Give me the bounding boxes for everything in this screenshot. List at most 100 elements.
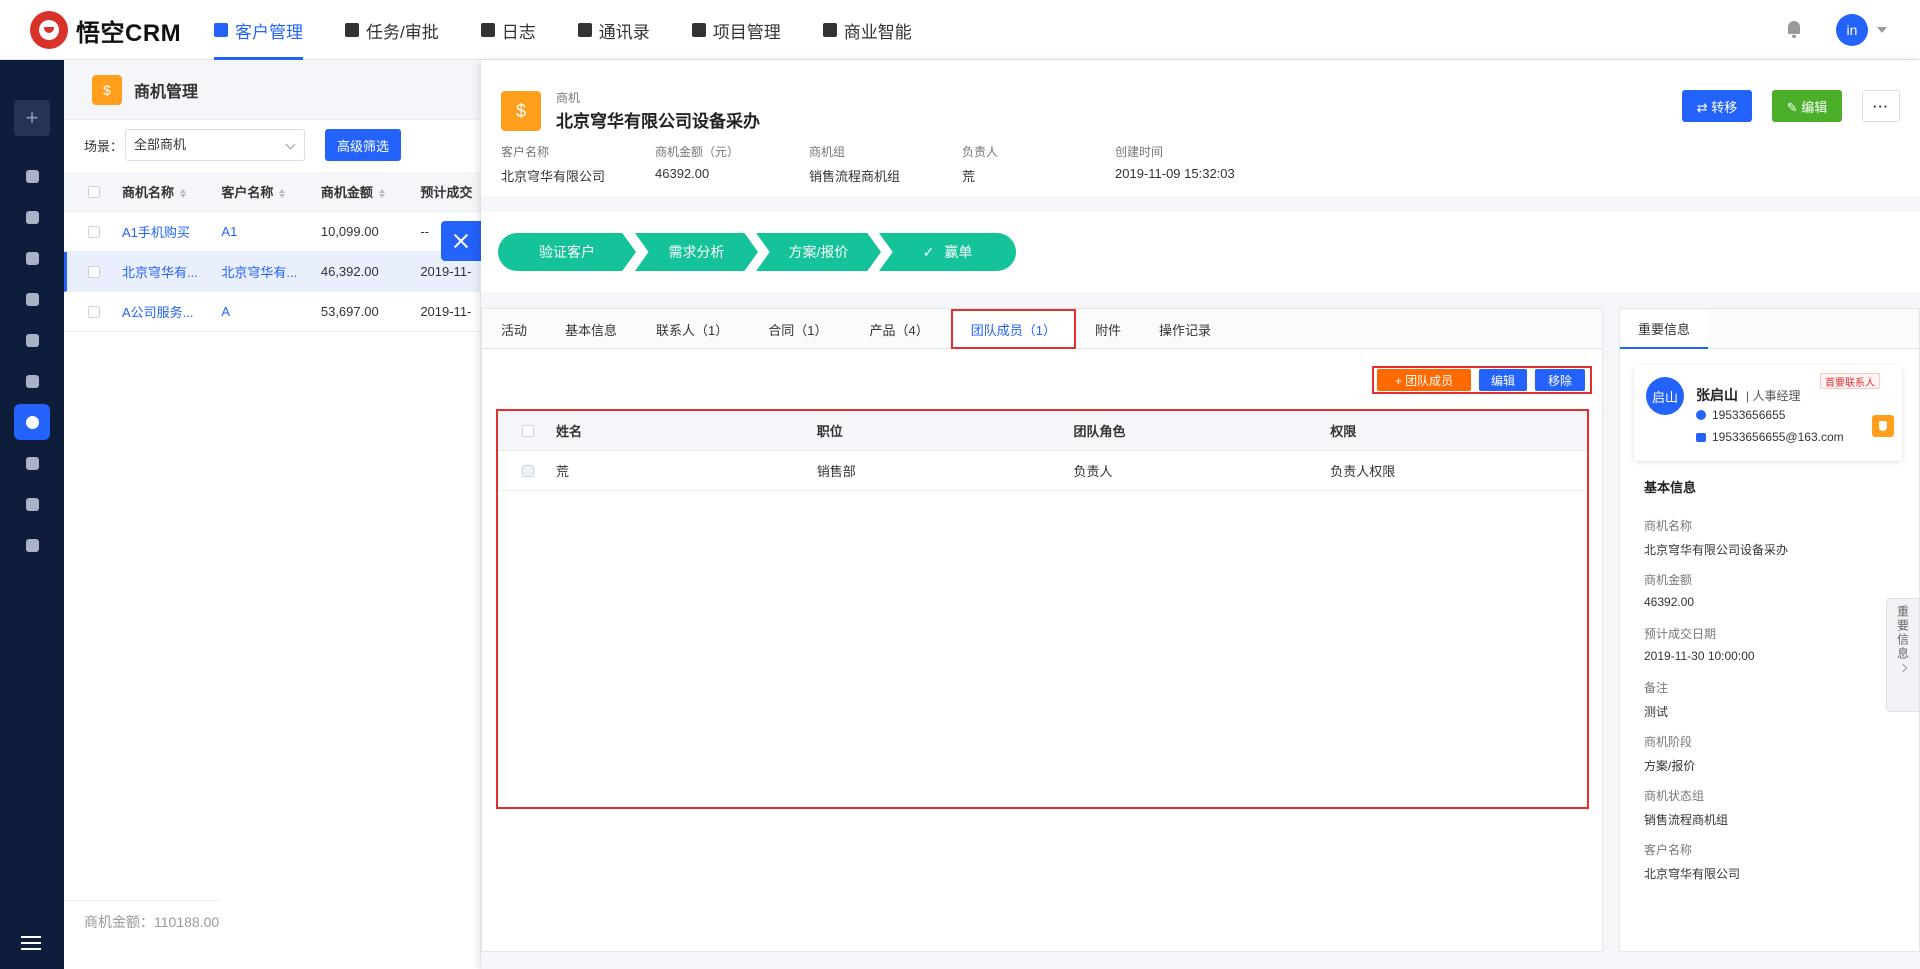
field-business-name: 商机名称 北京穹华有限公司设备采办	[1644, 519, 1789, 557]
menu-collapse-icon[interactable]	[21, 936, 41, 950]
select-all-checkbox[interactable]	[88, 185, 100, 198]
detail-main-card: 活动 基本信息 联系人（1） 合同（1） 产品（4） 团队成员（1） 附件 操作…	[481, 308, 1603, 952]
basic-info-title: 基本信息	[1644, 480, 1697, 495]
date-cell: 2019-11-	[420, 264, 472, 279]
row-checkbox[interactable]	[522, 464, 534, 477]
monkey-logo-icon	[30, 11, 68, 49]
project-icon	[691, 23, 706, 37]
detail-tabs: 活动 基本信息 联系人（1） 合同（1） 产品（4） 团队成员（1） 附件 操作…	[482, 309, 1602, 349]
stage-progress: 验证客户 需求分析 方案/报价 ✓ 赢单	[481, 212, 1920, 292]
important-info-panel: 重要信息 启山 张启山 | 人事经理 首要联系人 19533656655 195…	[1619, 308, 1920, 952]
business-name-link[interactable]: 北京穹华有...	[122, 262, 221, 281]
tab-activity[interactable]: 活动	[482, 309, 546, 349]
page-title: 商机管理	[134, 83, 199, 101]
member-permission: 负责人权限	[1330, 464, 1396, 479]
team-toolbar: + 团队成员 编辑 移除	[1372, 366, 1592, 394]
email-icon	[1696, 432, 1706, 442]
important-info-toggle[interactable]: 重要信息	[1886, 598, 1920, 712]
customer-name-link[interactable]: A	[221, 304, 320, 319]
business-name-link[interactable]: A1手机购买	[122, 222, 221, 241]
add-team-member-button[interactable]: + 团队成员	[1377, 369, 1471, 391]
select-all-checkbox[interactable]	[522, 424, 534, 437]
transfer-button[interactable]: ⇄ 转移	[1682, 90, 1752, 122]
nav-label: 日志	[501, 22, 536, 42]
table-row[interactable]: 北京穹华有... 北京穹华有... 46,392.00 2019-11-	[64, 252, 480, 292]
business-name-link[interactable]: A公司服务...	[122, 302, 221, 321]
nav-log[interactable]: 日志	[480, 0, 536, 60]
row-checkbox[interactable]	[88, 305, 100, 318]
dashboard-icon[interactable]	[14, 158, 50, 194]
tab-contracts[interactable]: 合同（1）	[748, 309, 847, 349]
nav-customer-management[interactable]: 客户管理	[214, 0, 303, 60]
stage-proposal[interactable]: 方案/报价	[756, 233, 881, 271]
table-row[interactable]: A1手机购买 A1 10,099.00 --	[64, 212, 480, 252]
more-button[interactable]: ···	[1862, 90, 1900, 122]
transfer-icon[interactable]	[14, 240, 50, 276]
row-checkbox[interactable]	[88, 265, 100, 278]
tab-basic-info[interactable]: 基本信息	[546, 309, 636, 349]
tab-products[interactable]: 产品（4）	[848, 309, 951, 349]
amount-cell: 46,392.00	[320, 264, 379, 279]
contract-icon[interactable]	[14, 445, 50, 481]
dollar-icon: $	[501, 91, 541, 131]
tab-contacts[interactable]: 联系人（1）	[636, 309, 748, 349]
contact-name[interactable]: 张启山	[1696, 385, 1738, 405]
field-expected-close-date: 预计成交日期 2019-11-30 10:00:00	[1644, 627, 1755, 663]
remove-team-member-button[interactable]: 移除	[1535, 369, 1585, 391]
chevron-down-icon[interactable]	[1877, 27, 1887, 33]
building-icon[interactable]	[14, 281, 50, 317]
nav-label: 项目管理	[712, 22, 781, 42]
money-bag-icon[interactable]	[14, 486, 50, 522]
record-type: 商机	[556, 91, 581, 105]
tab-operation-log[interactable]: 操作记录	[1140, 309, 1230, 349]
nav-project-management[interactable]: 项目管理	[691, 0, 781, 60]
leads-icon[interactable]	[14, 363, 50, 399]
edit-team-member-button[interactable]: 编辑	[1479, 369, 1527, 391]
column-header[interactable]: 商机金额	[321, 182, 420, 201]
tab-important-info[interactable]: 重要信息	[1620, 309, 1708, 349]
advanced-filter-button[interactable]: 高级筛选	[325, 129, 402, 161]
customer-name-link[interactable]: 北京穹华有...	[221, 262, 320, 281]
field-remark: 备注 测试	[1644, 681, 1669, 719]
row-checkbox[interactable]	[88, 225, 100, 238]
phone-icon	[1696, 410, 1706, 420]
column-header[interactable]: 预计成交	[420, 182, 480, 201]
table-row[interactable]: 荒 销售部 负责人 负责人权限	[498, 451, 1587, 491]
message-icon[interactable]	[14, 199, 50, 235]
close-icon[interactable]	[441, 221, 481, 261]
column-header[interactable]: 商机名称	[122, 182, 221, 201]
app-logo[interactable]: 悟空CRM	[30, 10, 181, 50]
scene-select[interactable]: 全部商机	[125, 129, 306, 161]
stage-needs-analysis[interactable]: 需求分析	[635, 233, 758, 271]
call-icon[interactable]	[1872, 415, 1894, 437]
user-avatar[interactable]: in	[1836, 14, 1868, 46]
contact-card-icon[interactable]	[14, 322, 50, 358]
nav-business-intelligence[interactable]: 商业智能	[822, 0, 912, 60]
tab-attachments[interactable]: 附件	[1076, 309, 1140, 349]
stage-won[interactable]: ✓ 赢单	[879, 233, 1016, 271]
scene-filter: 场景： 全部商机 高级筛选	[84, 129, 402, 161]
list-header: $ 商机管理	[64, 60, 480, 120]
table-row[interactable]: A公司服务... A 53,697.00 2019-11-	[64, 292, 480, 332]
team-members-table: 姓名 职位 团队角色 权限 荒 销售部 负责人 负责人权限	[496, 409, 1589, 809]
customer-icon	[214, 23, 228, 37]
edit-button[interactable]: ✎ 编辑	[1772, 90, 1842, 122]
nav-tasks-approval[interactable]: 任务/审批	[345, 0, 439, 60]
column-header: 职位	[816, 424, 843, 439]
business-icon[interactable]	[14, 404, 50, 440]
business-detail-panel: $ 商机 北京穹华有限公司设备采办 客户名称 北京穹华有限公司 商机金额（元） 46…	[481, 60, 1920, 969]
meta-amount: 商机金额（元） 46392.00	[655, 145, 740, 181]
nav-contacts[interactable]: 通讯录	[577, 0, 650, 60]
tab-team-members[interactable]: 团队成员（1）	[950, 309, 1076, 349]
divider	[64, 900, 220, 901]
contacts-icon	[577, 23, 592, 37]
product-icon[interactable]	[14, 527, 50, 563]
record-name: 北京穹华有限公司设备采办	[556, 112, 760, 131]
bell-icon[interactable]	[1786, 20, 1802, 38]
quick-add-button[interactable]: +	[14, 100, 50, 136]
column-header[interactable]: 客户名称	[221, 182, 320, 201]
customer-name-link[interactable]: A1	[221, 224, 320, 239]
nav-label: 通讯录	[598, 22, 650, 42]
advanced-filter-label: 高级筛选	[337, 138, 390, 154]
stage-verify-customer[interactable]: 验证客户	[498, 233, 636, 271]
